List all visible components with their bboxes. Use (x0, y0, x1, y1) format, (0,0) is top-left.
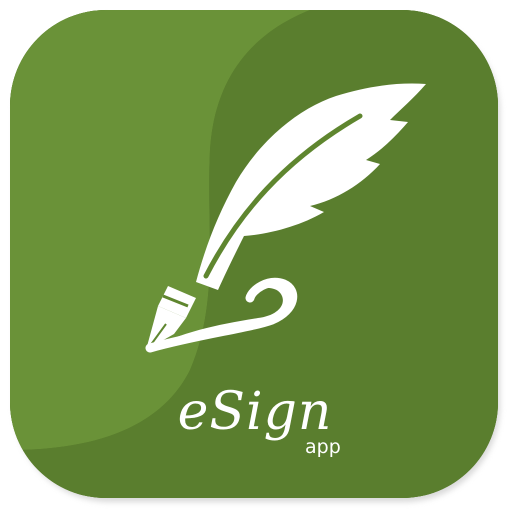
brand-suffix: app (305, 436, 341, 458)
app-icon[interactable]: eSign app (0, 0, 512, 512)
feather-shape (196, 83, 426, 290)
brand-name: eSign (177, 382, 333, 442)
